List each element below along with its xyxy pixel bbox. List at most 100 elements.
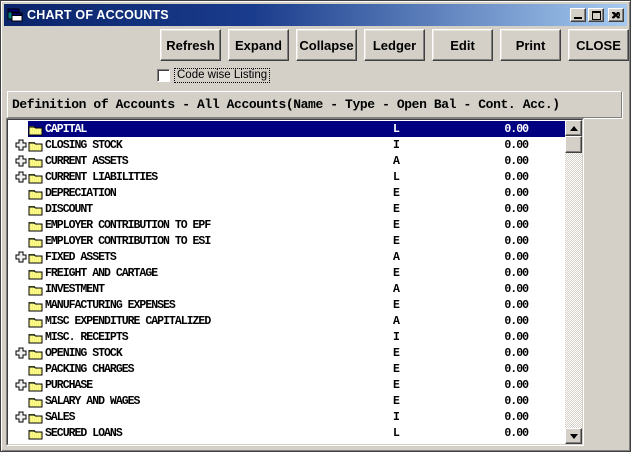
account-row[interactable]: CAPITAL L 0.00 [8, 121, 565, 137]
close-dialog-button[interactable]: CLOSE [568, 29, 629, 61]
account-name: DISCOUNT [45, 202, 92, 216]
vertical-scrollbar[interactable] [565, 120, 582, 444]
account-type: L [393, 169, 399, 186]
expand-plus-icon[interactable] [15, 155, 27, 167]
account-row[interactable]: INVESTMENT A 0.00 [8, 281, 565, 297]
account-row[interactable]: SALES I 0.00 [8, 409, 565, 425]
account-row[interactable]: CURRENT ASSETS A 0.00 [8, 153, 565, 169]
account-balance: 0.00 [463, 409, 528, 426]
maximize-button[interactable] [588, 8, 604, 22]
folder-icon [28, 203, 43, 216]
titlebar[interactable]: CHART OF ACCOUNTS [4, 4, 627, 26]
tree-indent [8, 427, 28, 439]
account-balance: 0.00 [463, 361, 528, 378]
account-name: SECURED LOANS [45, 426, 122, 440]
account-row[interactable]: FREIGHT AND CARTAGE E 0.00 [8, 265, 565, 281]
titlebar-controls [570, 8, 624, 22]
account-row[interactable]: PURCHASE E 0.00 [8, 377, 565, 393]
folder-icon [28, 219, 43, 232]
account-row[interactable]: CLOSING STOCK I 0.00 [8, 137, 565, 153]
account-type: I [393, 409, 399, 426]
expand-plus-icon[interactable] [15, 139, 27, 151]
expand-plus-icon[interactable] [15, 171, 27, 183]
account-row[interactable]: SECURED LOANS L 0.00 [8, 425, 565, 441]
scroll-thumb[interactable] [565, 136, 582, 153]
account-balance: 0.00 [463, 121, 528, 138]
account-row[interactable]: MANUFACTURING EXPENSES E 0.00 [8, 297, 565, 313]
account-row[interactable]: MISC EXPENDITURE CAPITALIZED A 0.00 [8, 313, 565, 329]
account-name: MANUFACTURING EXPENSES [45, 298, 175, 312]
tree-indent [8, 139, 28, 151]
account-row[interactable]: MISC. RECEIPTS I 0.00 [8, 329, 565, 345]
account-balance: 0.00 [463, 265, 528, 282]
account-balance: 0.00 [463, 217, 528, 234]
account-row[interactable]: SALARY AND WAGES E 0.00 [8, 393, 565, 409]
code-wise-listing-checkbox[interactable] [157, 69, 170, 82]
maximize-icon [592, 11, 601, 20]
edit-button[interactable]: Edit [432, 29, 493, 61]
tree-indent [8, 283, 28, 295]
account-type: I [393, 137, 399, 154]
account-type: E [393, 377, 399, 394]
account-name: OPENING STOCK [45, 346, 122, 360]
folder-icon [28, 235, 43, 248]
folder-icon [28, 251, 43, 264]
refresh-button[interactable]: Refresh [160, 29, 221, 61]
expand-plus-icon[interactable] [15, 379, 27, 391]
account-balance: 0.00 [463, 313, 528, 330]
account-row[interactable]: CURRENT LIABILITIES L 0.00 [8, 169, 565, 185]
account-row[interactable]: DISCOUNT E 0.00 [8, 201, 565, 217]
app-icon [7, 7, 23, 23]
expand-plus-icon[interactable] [15, 347, 27, 359]
accounts-listbox: CAPITAL L 0.00 CLOSING STOCK I 0.00 [6, 118, 584, 446]
close-button[interactable] [608, 8, 624, 22]
ledger-button[interactable]: Ledger [364, 29, 425, 61]
tree-indent [8, 203, 28, 215]
account-type: E [393, 185, 399, 202]
expand-plus-icon[interactable] [15, 411, 27, 423]
scroll-down-button[interactable] [565, 428, 582, 444]
folder-icon [28, 187, 43, 200]
scroll-down-icon [570, 434, 578, 439]
code-wise-listing-option[interactable]: Code wise Listing [157, 67, 270, 83]
account-name: SALES [45, 410, 75, 424]
account-balance: 0.00 [463, 393, 528, 410]
folder-icon [28, 411, 43, 424]
account-name: EMPLOYER CONTRIBUTION TO ESI [45, 234, 210, 248]
account-type: L [393, 425, 399, 442]
folder-icon [28, 299, 43, 312]
folder-icon [28, 315, 43, 328]
tree-indent [8, 315, 28, 327]
expand-plus-icon[interactable] [15, 251, 27, 263]
account-type: A [393, 313, 399, 330]
account-row[interactable]: FIXED ASSETS A 0.00 [8, 249, 565, 265]
tree-indent [8, 299, 28, 311]
account-row[interactable]: PACKING CHARGES E 0.00 [8, 361, 565, 377]
account-type: E [393, 361, 399, 378]
account-row[interactable]: EMPLOYER CONTRIBUTION TO EPF E 0.00 [8, 217, 565, 233]
folder-icon [28, 427, 43, 440]
account-name: SALARY AND WAGES [45, 394, 139, 408]
tree-indent [8, 251, 28, 263]
account-row[interactable]: DEPRECIATION E 0.00 [8, 185, 565, 201]
account-row[interactable]: OPENING STOCK E 0.00 [8, 345, 565, 361]
account-type: I [393, 329, 399, 346]
collapse-button[interactable]: Collapse [296, 29, 357, 61]
account-row[interactable]: EMPLOYER CONTRIBUTION TO ESI E 0.00 [8, 233, 565, 249]
account-name: MISC EXPENDITURE CAPITALIZED [45, 314, 210, 328]
account-balance: 0.00 [463, 153, 528, 170]
print-button[interactable]: Print [500, 29, 561, 61]
account-name: CLOSING STOCK [45, 138, 122, 152]
close-icon [612, 12, 620, 19]
tree-indent [8, 395, 28, 407]
account-balance: 0.00 [463, 249, 528, 266]
scroll-up-button[interactable] [565, 120, 582, 136]
account-balance: 0.00 [463, 233, 528, 250]
account-name: CURRENT ASSETS [45, 154, 128, 168]
folder-icon [28, 171, 43, 184]
folder-icon [28, 363, 43, 376]
tree-indent [8, 347, 28, 359]
account-type: E [393, 217, 399, 234]
expand-button[interactable]: Expand [228, 29, 289, 61]
minimize-button[interactable] [570, 8, 586, 22]
